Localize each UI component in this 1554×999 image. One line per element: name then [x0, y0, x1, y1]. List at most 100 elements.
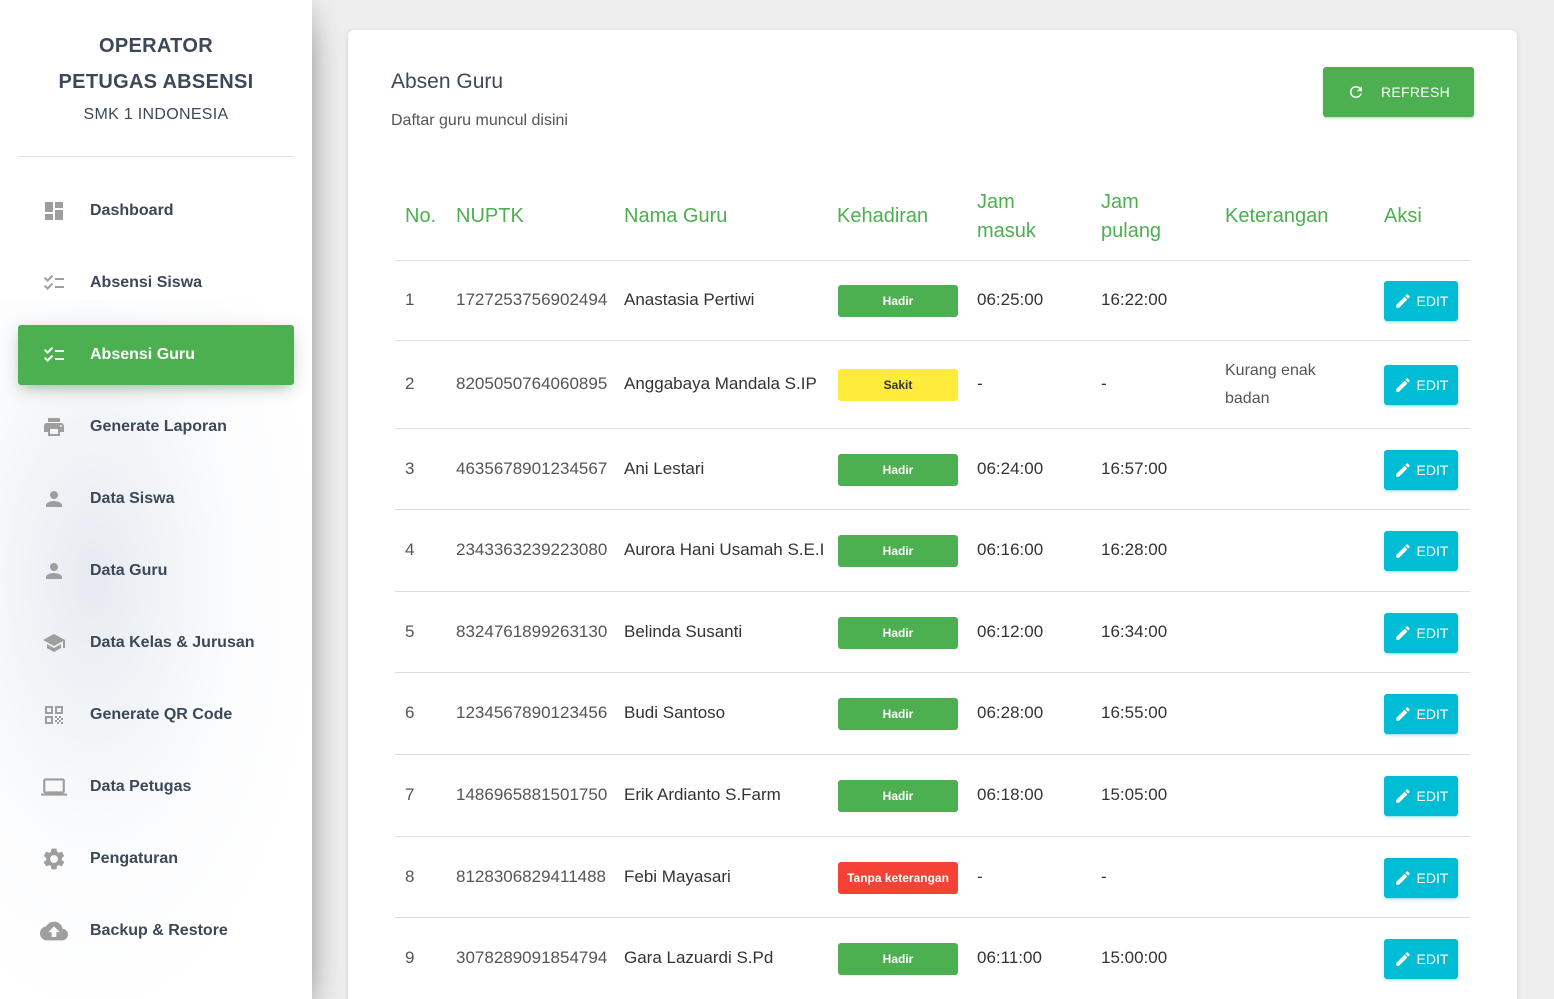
table-row: 3 4635678901234567 Ani Lestari Hadir 06:24:0…: [395, 429, 1470, 510]
sidebar: OPERATOR PETUGAS ABSENSI SMK 1 INDONESIA…: [0, 0, 312, 999]
column-header-jam-pulang-line2: pulang: [1101, 220, 1162, 242]
table-row: 2 8205050764060895 Anggabaya Mandala S.IP S…: [395, 341, 1470, 429]
row-nama-guru: Budi Santoso: [624, 703, 726, 722]
gear-icon: [40, 845, 68, 873]
pencil-icon: [1394, 869, 1412, 887]
edit-button[interactable]: EDIT: [1384, 939, 1458, 979]
edit-button[interactable]: EDIT: [1384, 449, 1458, 490]
refresh-button[interactable]: REFRESH: [1323, 67, 1474, 117]
row-nama-guru: Anastasia Pertiwi: [624, 290, 755, 309]
row-number: 9: [405, 948, 415, 967]
attendance-status-badge: Hadir: [838, 698, 958, 730]
main-card: Absen Guru Daftar guru muncul disini REF…: [348, 30, 1517, 999]
row-nuptk: 4635678901234567: [456, 458, 608, 478]
table-row: 5 8324761899263130 Belinda Susanti Hadir 06:…: [395, 592, 1470, 673]
brand-school-name: SMK 1 INDONESIA: [83, 106, 229, 123]
attendance-status-badge: Hadir: [838, 780, 958, 812]
sidebar-item-generate-qr-code[interactable]: Generate QR Code: [18, 685, 294, 745]
column-header-nama-guru: Nama Guru: [624, 205, 728, 227]
sidebar-item-label: Generate Laporan: [90, 418, 227, 435]
sidebar-item-generate-laporan[interactable]: Generate Laporan: [18, 397, 294, 457]
row-nuptk: 8128306829411488: [456, 866, 607, 886]
attendance-status-badge: Hadir: [838, 616, 958, 649]
edit-button[interactable]: EDIT: [1384, 531, 1458, 571]
row-jam-masuk: 06:28:00: [977, 703, 1044, 722]
sidebar-item-pengaturan[interactable]: Pengaturan: [18, 829, 294, 889]
sidebar-item-label: Generate QR Code: [90, 706, 233, 723]
sidebar-item-absensi-guru[interactable]: Absensi Guru: [18, 325, 294, 385]
row-jam-pulang: -: [1101, 866, 1107, 886]
column-header-keterangan: Keterangan: [1225, 205, 1329, 227]
sidebar-item-absensi-siswa[interactable]: Absensi Siswa: [18, 253, 294, 313]
sidebar-item-data-petugas[interactable]: Data Petugas: [18, 757, 294, 817]
checklist-icon: [40, 269, 68, 297]
row-nama-guru: Belinda Susanti: [624, 621, 743, 641]
edit-button[interactable]: EDIT: [1384, 365, 1458, 405]
attendance-status-badge: Tanpa keterangan: [838, 861, 958, 894]
pencil-icon: [1394, 705, 1412, 723]
sidebar-item-label: Pengaturan: [90, 850, 179, 867]
cloud-upload-icon: [40, 917, 68, 945]
pencil-icon: [1394, 376, 1412, 394]
row-keterangan: Kurang enak badan: [1225, 357, 1365, 413]
row-jam-pulang: 16:22:00: [1101, 290, 1168, 309]
row-nama-guru: Gara Lazuardi S.Pd: [624, 948, 774, 967]
edit-button-label: EDIT: [1416, 951, 1449, 967]
attendance-status-badge: Hadir: [838, 285, 958, 317]
row-number: 6: [405, 703, 415, 722]
edit-button[interactable]: EDIT: [1384, 612, 1458, 653]
row-nama-guru: Febi Mayasari: [624, 866, 731, 886]
row-jam-masuk: -: [977, 374, 983, 393]
sidebar-item-dashboard[interactable]: Dashboard: [18, 181, 294, 241]
row-jam-pulang: 16:55:00: [1101, 703, 1168, 722]
row-jam-masuk: 06:24:00: [977, 458, 1044, 478]
row-keterangan-line2: badan: [1225, 390, 1270, 407]
attendance-status-badge: Sakit: [838, 369, 958, 401]
sidebar-item-data-siswa[interactable]: Data Siswa: [18, 469, 294, 529]
sidebar-item-backup-restore[interactable]: Backup & Restore: [18, 901, 294, 961]
sidebar-item-data-kelas-jurusan[interactable]: Data Kelas & Jurusan: [18, 613, 294, 673]
sidebar-item-data-guru[interactable]: Data Guru: [18, 541, 294, 601]
laptop-icon: [40, 773, 68, 801]
edit-button[interactable]: EDIT: [1384, 857, 1458, 898]
row-jam-pulang: 16:34:00: [1101, 621, 1168, 641]
column-header-nuptk: NUPTK: [456, 205, 524, 227]
dashboard-icon: [40, 197, 68, 225]
row-nama-guru: Ani Lestari: [624, 458, 705, 478]
row-jam-pulang: 15:00:00: [1101, 948, 1168, 967]
table-body: 1 1727253756902494 Anastasia Pertiwi Hadir 0…: [395, 261, 1470, 999]
table-row: 6 1234567890123456 Budi Santoso Hadir 06:28:…: [395, 673, 1470, 755]
table-row: 7 1486965881501750 Erik Ardianto S.Farm Had…: [395, 755, 1470, 837]
edit-button-label: EDIT: [1416, 788, 1449, 804]
school-icon: [40, 629, 68, 657]
row-nuptk: 8205050764060895: [456, 374, 608, 393]
edit-button-label: EDIT: [1416, 293, 1449, 309]
row-nuptk: 3078289091854794: [456, 948, 608, 967]
edit-button[interactable]: EDIT: [1384, 776, 1458, 816]
edit-button[interactable]: EDIT: [1384, 281, 1458, 321]
edit-button[interactable]: EDIT: [1384, 694, 1458, 734]
row-number: 4: [405, 540, 415, 559]
row-nuptk: 2343363239223080: [456, 540, 608, 559]
attendance-status-badge: Hadir: [838, 535, 958, 567]
table-row: 9 3078289091854794 Gara Lazuardi S.Pd Hadir…: [395, 918, 1470, 999]
sidebar-item-label: Data Petugas: [90, 778, 192, 795]
row-number: 1: [405, 290, 415, 309]
row-number: 7: [405, 785, 415, 804]
row-number: 8: [405, 866, 415, 886]
qr-code-icon: [40, 701, 68, 729]
row-nuptk: 8324761899263130: [456, 621, 608, 641]
column-header-jam-pulang: Jam pulang: [1101, 188, 1161, 246]
column-header-jam-pulang-line1: Jam: [1101, 191, 1139, 213]
row-nuptk: 1486965881501750: [456, 785, 608, 804]
sidebar-item-label: Absensi Siswa: [90, 274, 203, 291]
edit-button-label: EDIT: [1416, 706, 1449, 722]
person-icon: [40, 557, 68, 585]
sidebar-item-label: Data Siswa: [90, 490, 175, 507]
brand-title-line2: PETUGAS ABSENSI: [58, 71, 254, 93]
row-keterangan-line1: Kurang enak: [1225, 362, 1316, 379]
pencil-icon: [1394, 542, 1412, 560]
table-row: 4 2343363239223080 Aurora Hani Usamah S.E.…: [395, 510, 1470, 592]
attendance-table: No. NUPTK Nama Guru Kehadiran Jam masuk …: [395, 180, 1470, 999]
column-header-jam-masuk-line2: masuk: [977, 220, 1036, 242]
